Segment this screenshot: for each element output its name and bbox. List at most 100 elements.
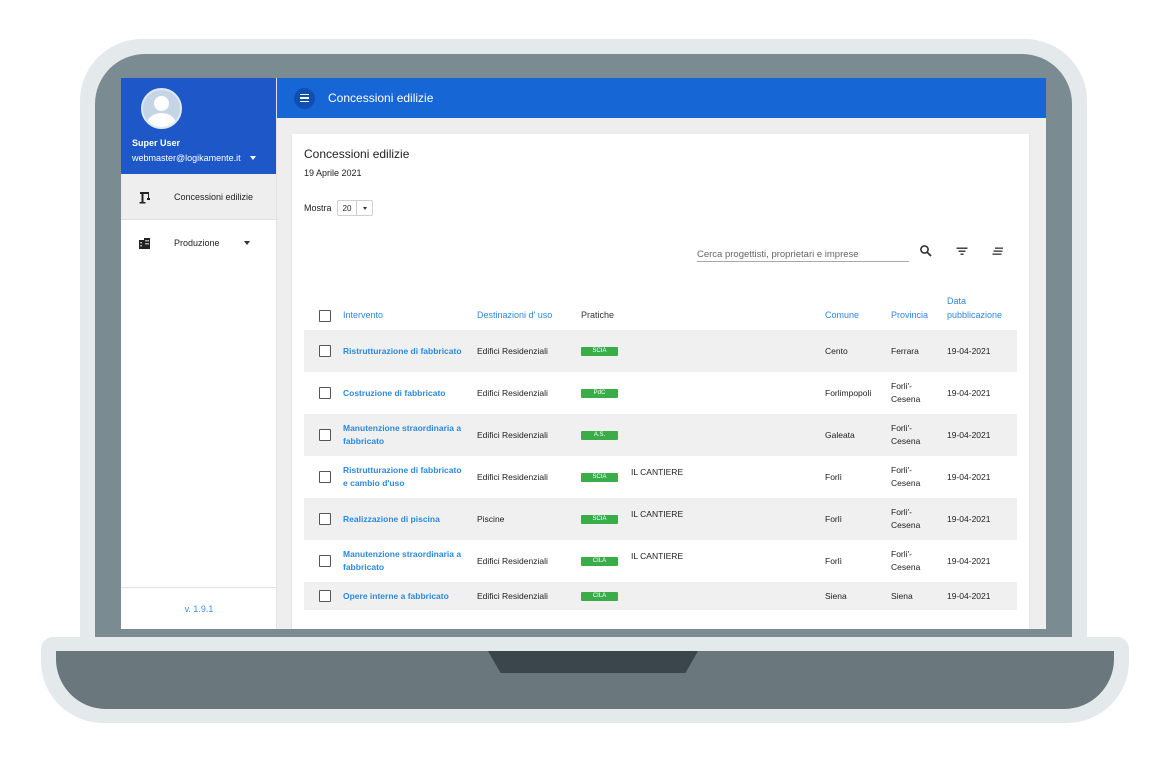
row-checkbox-cell (319, 414, 331, 456)
row-checkbox-cell (319, 498, 331, 540)
table-row[interactable]: Ristrutturazione di fabbricato e cambio … (304, 456, 1017, 498)
row-checkbox[interactable] (319, 429, 331, 441)
page-title: Concessioni edilizie (304, 147, 410, 161)
sidebar: Super User webmaster@logikamente.it Conc… (121, 78, 277, 629)
chevron-down-icon[interactable] (249, 156, 256, 160)
table-row[interactable]: Realizzazione di piscina Piscine SCIA IL CA… (304, 498, 1017, 540)
table-row[interactable]: Manutenzione straordinaria a fabbricato E… (304, 414, 1017, 456)
intervento-link[interactable]: Costruzione di fabbricato (343, 372, 463, 414)
destinazione-cell: Edifici Residenziali (477, 429, 548, 440)
provincia-cell: Forli'-Cesena (891, 465, 921, 488)
header-destinazioni[interactable]: Destinazioni d' uso (477, 282, 552, 330)
search-field (697, 244, 909, 262)
search-icon[interactable] (919, 244, 933, 258)
pratica-badge: SCIA (581, 346, 618, 356)
chevron-down-icon[interactable] (243, 241, 250, 245)
intervento-link[interactable]: Opere interne a fabbricato (343, 582, 463, 610)
cantiere-cell: IL CANTIERE (631, 551, 684, 561)
comune-cell: Forlì (825, 471, 842, 482)
list-card: Concessioni edilizie 19 Aprile 2021 Most… (292, 134, 1029, 629)
intervento-link[interactable]: Manutenzione straordinaria a fabbricato (343, 414, 463, 456)
cantiere-cell: IL CANTIERE (631, 509, 684, 519)
comune-cell: Forlì (825, 555, 842, 566)
data-cell: 19-04-2021 (947, 429, 991, 440)
sort-icon[interactable] (991, 244, 1005, 258)
data-cell: 19-04-2021 (947, 387, 991, 398)
provincia-cell: Ferrara (891, 345, 919, 356)
intervento-link[interactable]: Manutenzione straordinaria a fabbricato (343, 540, 463, 582)
user-menu[interactable]: webmaster@logikamente.it (132, 153, 265, 163)
header-comune[interactable]: Comune (825, 282, 859, 330)
table-body: Ristrutturazione di fabbricato Edifici Re… (304, 330, 1017, 610)
select-all-checkbox-cell (319, 282, 331, 330)
row-checkbox[interactable] (319, 590, 331, 602)
buildings-icon (138, 236, 152, 250)
pratica-badge: PdC (581, 388, 618, 398)
provincia-cell: Forli'-Cesena (891, 549, 921, 572)
page-size-control: Mostra 20 (304, 200, 374, 216)
dropdown-arrow-icon (356, 201, 372, 215)
data-cell: 19-04-2021 (947, 471, 991, 482)
filter-icon[interactable] (955, 244, 969, 258)
search-input[interactable] (697, 249, 909, 260)
intervento-link[interactable]: Ristrutturazione di fabbricato e cambio … (343, 456, 463, 498)
pratica-badge: SCIA (581, 472, 618, 482)
pratica-cell: CILA (581, 540, 618, 582)
destinazione-cell: Edifici Residenziali (477, 387, 548, 398)
row-checkbox[interactable] (319, 513, 331, 525)
row-checkbox-cell (319, 582, 331, 610)
page-size-select[interactable]: 20 (336, 200, 374, 216)
row-checkbox-cell (319, 330, 331, 372)
crane-icon (138, 190, 152, 204)
row-checkbox[interactable] (319, 555, 331, 567)
intervento-link[interactable]: Realizzazione di piscina (343, 498, 463, 540)
header-intervento[interactable]: Intervento (343, 282, 383, 330)
table-row[interactable]: Opere interne a fabbricato Edifici Reside… (304, 582, 1017, 610)
table-row[interactable]: Costruzione di fabbricato Edifici Residen… (304, 372, 1017, 414)
table-header-row: Intervento Destinazioni d' uso Pratiche … (304, 282, 1017, 330)
row-checkbox-cell (319, 372, 331, 414)
destinazione-cell: Edifici Residenziali (477, 590, 548, 601)
avatar[interactable] (141, 88, 182, 129)
provincia-cell: Forli'-Cesena (891, 423, 921, 446)
pratica-cell: PdC (581, 372, 618, 414)
select-all-checkbox[interactable] (319, 310, 331, 322)
sidebar-item-produzione[interactable]: Produzione (121, 220, 276, 266)
hamburger-line (300, 97, 309, 99)
data-cell: 19-04-2021 (947, 590, 991, 601)
row-checkbox[interactable] (319, 345, 331, 357)
table-row[interactable]: Manutenzione straordinaria a fabbricato E… (304, 540, 1017, 582)
comune-cell: Galeata (825, 429, 855, 440)
row-checkbox-cell (319, 456, 331, 498)
pratica-cell: SCIA (581, 456, 618, 498)
pratica-cell: A.S. (581, 414, 618, 456)
header-provincia[interactable]: Provincia (891, 282, 928, 330)
header-data-pubblicazione[interactable]: Data pubblicazione (947, 282, 1017, 330)
data-cell: 19-04-2021 (947, 555, 991, 566)
row-checkbox[interactable] (319, 471, 331, 483)
menu-button[interactable] (294, 87, 315, 109)
pratica-badge: CILA (581, 591, 618, 601)
sidebar-item-label: Concessioni edilizie (174, 191, 254, 202)
table-row[interactable]: Ristrutturazione di fabbricato Edifici Re… (304, 330, 1017, 372)
intervento-link[interactable]: Ristrutturazione di fabbricato (343, 330, 463, 372)
concessioni-table: Intervento Destinazioni d' uso Pratiche … (304, 282, 1017, 610)
page-size-value: 20 (342, 203, 352, 213)
provincia-cell: Forli'-Cesena (891, 381, 921, 404)
comune-cell: Cento (825, 345, 848, 356)
comune-cell: Forlì (825, 513, 842, 524)
row-checkbox[interactable] (319, 387, 331, 399)
hamburger-line (300, 100, 309, 103)
data-cell: 19-04-2021 (947, 345, 991, 356)
header-pratiche: Pratiche (581, 310, 615, 320)
comune-cell: Siena (825, 590, 847, 601)
destinazione-cell: Piscine (477, 513, 505, 524)
app-version: v. 1.9.1 (121, 587, 277, 629)
destinazione-cell: Edifici Residenziali (477, 345, 548, 356)
data-cell: 19-04-2021 (947, 513, 991, 524)
sidebar-item-concessioni-edilizie[interactable]: Concessioni edilizie (121, 174, 276, 220)
pratica-cell: SCIA (581, 498, 618, 540)
hamburger-icon (300, 93, 309, 96)
laptop-notch (488, 651, 698, 673)
comune-cell: Forlimpopoli (825, 387, 872, 398)
